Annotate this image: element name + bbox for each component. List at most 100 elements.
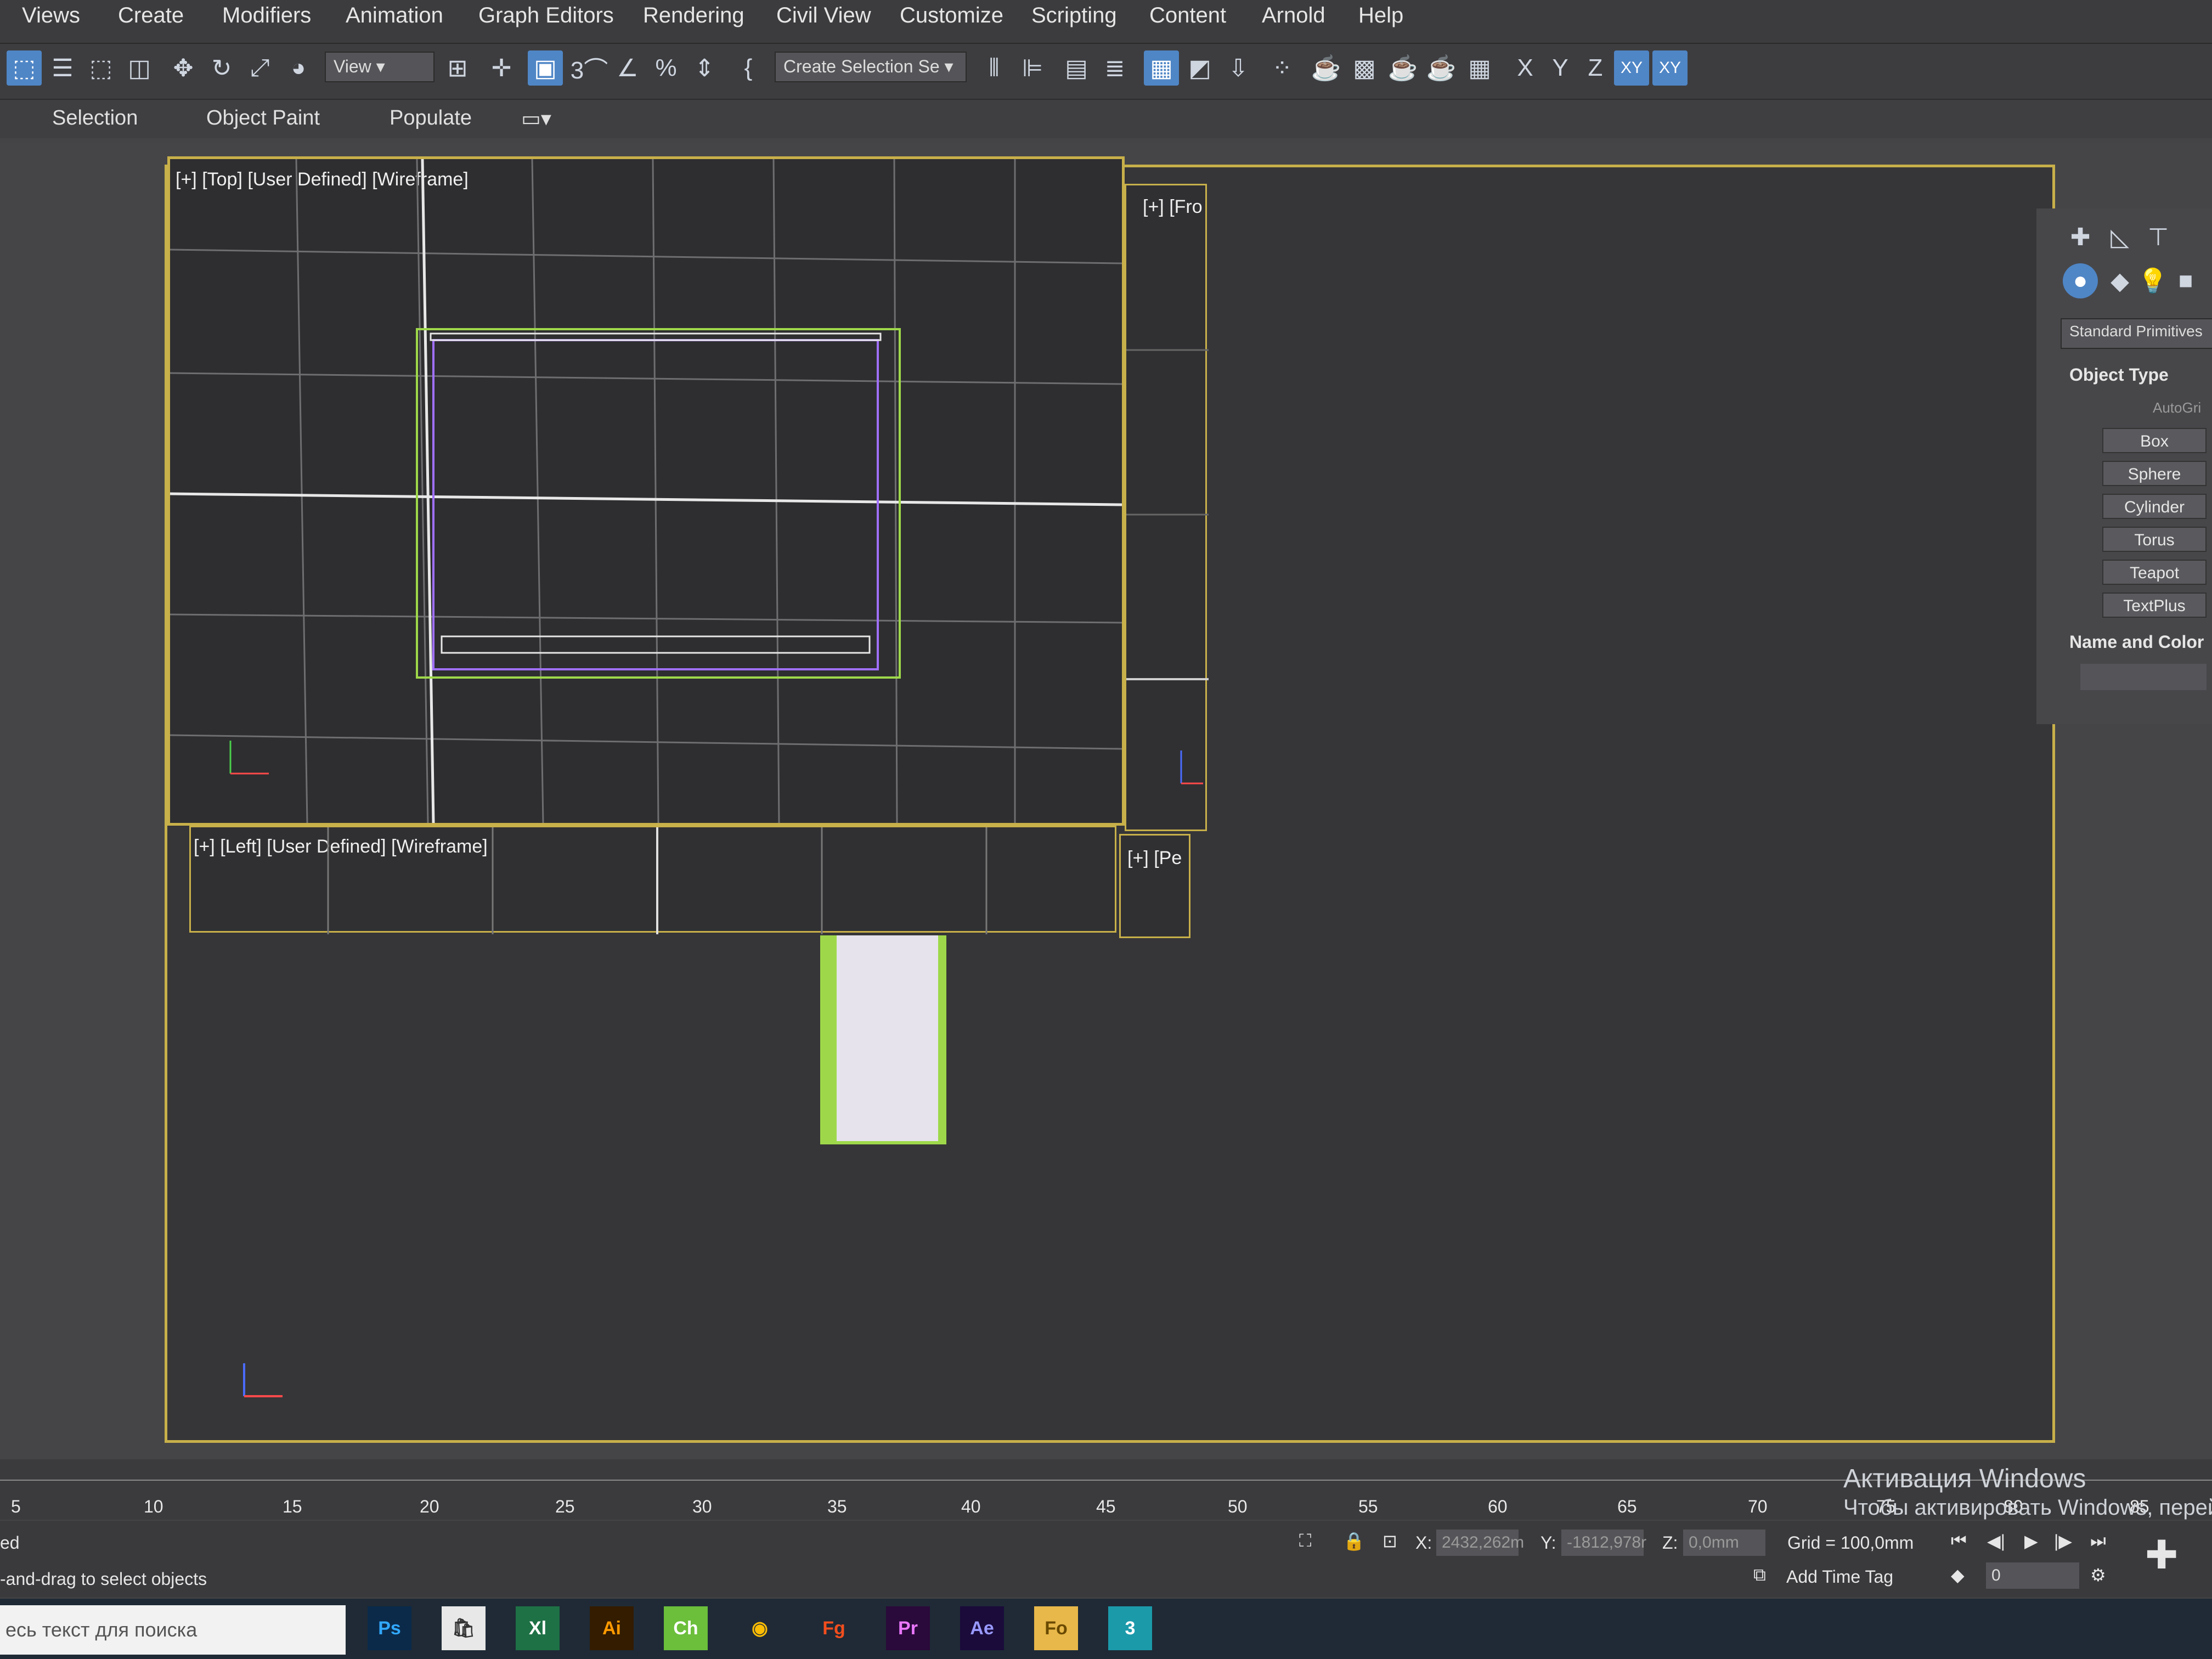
small-perspective-label[interactable]: [+] [Pe <box>1127 848 1182 869</box>
file-explorer-icon[interactable]: Fo <box>1034 1606 1078 1650</box>
autogrid-checkbox[interactable]: AutoGri <box>2153 399 2201 416</box>
axis-xy-cycle-button[interactable]: XY <box>1652 50 1688 86</box>
axis-x-button[interactable]: X <box>1508 50 1543 86</box>
rotate-icon[interactable]: ↻ <box>204 50 239 86</box>
render-production-icon[interactable]: ☕ <box>1385 50 1420 86</box>
absolute-mode-icon[interactable]: ⊡ <box>1383 1531 1397 1551</box>
time-config-icon[interactable]: ⚙ <box>2090 1565 2106 1585</box>
pivot-icon[interactable]: ⊞ <box>440 50 475 86</box>
3dsmax-icon[interactable]: 3 <box>1108 1606 1152 1650</box>
object-type-heading[interactable]: Object Type <box>2069 365 2169 385</box>
menu-modifiers[interactable]: Modifiers <box>222 3 311 28</box>
modify-tab-icon[interactable]: ◺ <box>2102 219 2137 255</box>
angle-snap-icon[interactable]: ∠ <box>610 50 645 86</box>
shapes-icon[interactable]: ◆ <box>2102 263 2137 298</box>
torus-button[interactable]: Torus <box>2102 527 2207 552</box>
taskbar-search[interactable]: есь текст для поиска <box>0 1605 346 1655</box>
menu-civil-view[interactable]: Civil View <box>776 3 871 28</box>
teapot-button[interactable]: Teapot <box>2102 560 2207 585</box>
go-to-end-icon[interactable]: ⏭ <box>2090 1531 2106 1551</box>
chrome-icon[interactable]: ◉ <box>738 1606 782 1650</box>
lock-icon[interactable]: 🔒 <box>1343 1531 1365 1551</box>
small-perspective-viewport[interactable]: [+] [Pe <box>1119 834 1190 938</box>
mirror-icon[interactable]: ⫴ <box>977 50 1012 86</box>
menu-views[interactable]: Views <box>22 3 80 28</box>
select-manipulate-icon[interactable]: ✛ <box>484 50 519 86</box>
menu-rendering[interactable]: Rendering <box>643 3 744 28</box>
material-editor-icon[interactable]: ⁘ <box>1265 50 1300 86</box>
name-and-color-heading[interactable]: Name and Color <box>2069 632 2204 652</box>
align-icon[interactable]: ⊫ <box>1015 50 1050 86</box>
time-tag-icon[interactable]: ⧉ <box>1753 1565 1766 1585</box>
top-viewport[interactable]: [+] [Top] [User Defined] [Wireframe] <box>167 156 1125 826</box>
menu-graph-editors[interactable]: Graph Editors <box>478 3 614 28</box>
geometry-icon[interactable]: ● <box>2063 263 2098 298</box>
menu-arnold[interactable]: Arnold <box>1262 3 1325 28</box>
ribbon-tab-object-paint[interactable]: Object Paint <box>206 106 320 130</box>
key-mode-icon[interactable]: ◆ <box>1951 1565 1965 1585</box>
create-tab-icon[interactable]: ✚ <box>2063 219 2098 255</box>
axis-xy-button[interactable]: XY <box>1614 50 1649 86</box>
left-viewport[interactable]: [+] [Left] [User Defined] [Wireframe] <box>189 826 1116 934</box>
rendered-frame-icon[interactable]: ▩ <box>1347 50 1382 86</box>
schematic-view-icon[interactable]: ⇩ <box>1221 50 1256 86</box>
place-icon[interactable]: ◕ <box>281 50 316 86</box>
menu-scripting[interactable]: Scripting <box>1031 3 1117 28</box>
green-app-icon[interactable]: Ch <box>664 1606 708 1650</box>
snap-toggle-icon[interactable]: 3⌒ <box>571 50 608 86</box>
select-object-icon[interactable]: ⬚ <box>7 50 42 86</box>
move-icon[interactable]: ✥ <box>166 50 201 86</box>
textplus-button[interactable]: TextPlus <box>2102 592 2207 618</box>
menu-customize[interactable]: Customize <box>900 3 1003 28</box>
scale-icon[interactable]: ⤢ <box>242 50 278 86</box>
front-viewport[interactable]: [+] [Fro <box>1125 184 1209 831</box>
render-grid-icon[interactable]: ▦ <box>1462 50 1497 86</box>
layer-explorer-icon[interactable]: ≣ <box>1097 50 1132 86</box>
store-icon[interactable]: 🛍 <box>442 1606 486 1650</box>
cylinder-button[interactable]: Cylinder <box>2102 494 2207 519</box>
hierarchy-tab-icon[interactable]: ⊤ <box>2141 219 2176 255</box>
select-by-name-icon[interactable]: ☰ <box>45 50 80 86</box>
primitive-category-dropdown[interactable]: Standard Primitives <box>2061 318 2212 349</box>
render-setup-icon[interactable]: ☕ <box>1308 50 1344 86</box>
x-coordinate-field[interactable]: 2432,262m <box>1436 1530 1524 1556</box>
menu-help[interactable]: Help <box>1358 3 1403 28</box>
photoshop-icon[interactable]: Ps <box>368 1606 411 1650</box>
ribbon-toggle-icon[interactable]: ▦ <box>1144 50 1179 86</box>
spinner-snap-icon[interactable]: ⇕ <box>687 50 722 86</box>
box-button[interactable]: Box <box>2102 428 2207 453</box>
menu-create[interactable]: Create <box>118 3 184 28</box>
object-name-input[interactable] <box>2080 664 2207 690</box>
rect-selection-icon[interactable]: ⬚ <box>83 50 119 86</box>
curve-editor-icon[interactable]: ◩ <box>1182 50 1217 86</box>
add-time-tag[interactable]: Add Time Tag <box>1786 1567 1893 1587</box>
scene-explorer-icon[interactable]: ▤ <box>1059 50 1094 86</box>
figma-icon[interactable]: Fg <box>812 1606 856 1650</box>
ribbon-tab-populate[interactable]: Populate <box>390 106 472 130</box>
excel-icon[interactable]: Xl <box>516 1606 560 1650</box>
after-effects-icon[interactable]: Ae <box>960 1606 1004 1650</box>
play-icon[interactable]: ▶ <box>2024 1531 2038 1551</box>
reference-coordinate-dropdown[interactable]: View ▾ <box>325 52 435 82</box>
menu-animation[interactable]: Animation <box>346 3 443 28</box>
z-coordinate-field[interactable]: 0,0mm <box>1683 1530 1765 1556</box>
sphere-button[interactable]: Sphere <box>2102 461 2207 486</box>
illustrator-icon[interactable]: Ai <box>590 1606 634 1650</box>
previous-frame-icon[interactable]: ◀| <box>1987 1531 2005 1551</box>
axis-z-button[interactable]: Z <box>1578 50 1613 86</box>
named-selection-dropdown[interactable]: Create Selection Se ▾ <box>775 52 967 82</box>
axis-y-button[interactable]: Y <box>1543 50 1578 86</box>
cameras-icon[interactable]: ■ <box>2168 263 2203 298</box>
add-button-icon[interactable]: ✚ <box>2145 1532 2178 1578</box>
percent-snap-icon[interactable]: % <box>648 50 684 86</box>
isolate-icon[interactable]: ⛶ <box>1299 1531 1311 1551</box>
render-iterative-icon[interactable]: ☕ <box>1424 50 1459 86</box>
ribbon-tab-selection[interactable]: Selection <box>52 106 138 130</box>
premiere-icon[interactable]: Pr <box>886 1606 930 1650</box>
ribbon-options-icon[interactable]: ▭▾ <box>521 106 551 131</box>
next-frame-icon[interactable]: |▶ <box>2054 1531 2072 1551</box>
keyboard-shortcut-icon[interactable]: ▣ <box>528 50 563 86</box>
window-crossing-icon[interactable]: ◫ <box>122 50 157 86</box>
y-coordinate-field[interactable]: -1812,978r <box>1561 1530 1646 1556</box>
go-to-start-icon[interactable]: ⏮ <box>1951 1531 1967 1551</box>
